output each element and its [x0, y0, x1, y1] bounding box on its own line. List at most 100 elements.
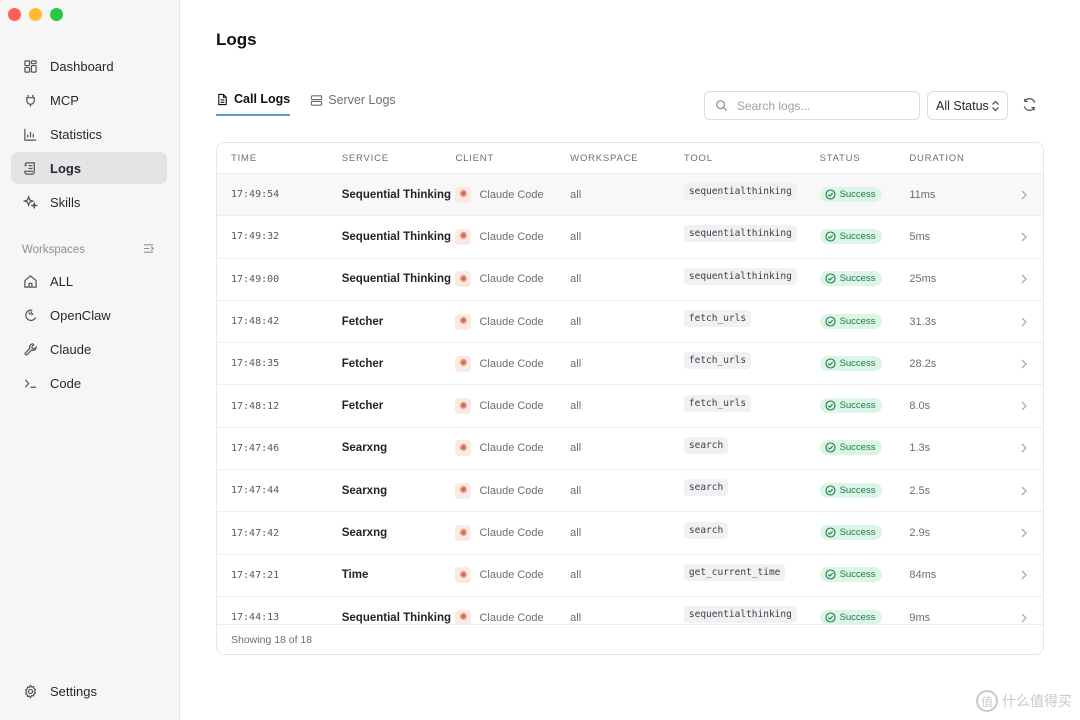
status-label: Success [839, 442, 876, 454]
status-label: Success [839, 569, 876, 581]
cell-workspace: all [570, 230, 582, 243]
table-header: TIME SERVICE CLIENT WORKSPACE TOOL STATU… [217, 143, 1043, 174]
search-input[interactable] [737, 98, 907, 113]
refresh-icon [1023, 98, 1036, 111]
sidebar-item-label: Skills [50, 194, 81, 210]
claude-logo-icon: ✺ [455, 228, 472, 245]
sidebar-item-settings[interactable]: Settings [11, 675, 167, 707]
claude-logo-icon: ✺ [455, 567, 472, 584]
sidebar-item-mcp[interactable]: MCP [11, 84, 167, 116]
sidebar-item-skills[interactable]: Skills [11, 186, 167, 218]
cell-tool: search [683, 521, 820, 542]
zoom-window-button[interactable] [50, 8, 63, 21]
close-window-button[interactable] [8, 8, 21, 21]
chevron-right-icon[interactable] [1004, 528, 1043, 538]
cell-duration: 25ms [909, 273, 937, 286]
table-row[interactable]: 17:47:46 Searxng ✺ Claude Code all search Succ… [217, 428, 1043, 471]
table-row[interactable]: 17:49:54 Sequential Thinking ✺ Claude Code a… [217, 174, 1043, 217]
workspace-item-claude[interactable]: Claude [11, 333, 167, 365]
cell-time: 17:47:21 [231, 569, 280, 581]
workspace-item-openclaw[interactable]: OpenClaw [11, 299, 167, 331]
chevron-right-icon[interactable] [1004, 232, 1043, 242]
client-label: Claude Code [479, 442, 544, 455]
cell-duration: 8.0s [909, 400, 931, 413]
chevron-right-icon[interactable] [1004, 274, 1043, 284]
tab-server-logs[interactable]: Server Logs [310, 92, 396, 116]
table-row[interactable]: 17:48:12 Fetcher ✺ Claude Code all fetch_urls… [217, 385, 1043, 428]
table-row[interactable]: 17:47:42 Searxng ✺ Claude Code all search Succ… [217, 512, 1043, 555]
cell-duration: 11ms [909, 188, 936, 201]
table-row[interactable]: 17:49:32 Sequential Thinking ✺ Claude Code a… [217, 216, 1043, 259]
table-row[interactable]: 17:48:35 Fetcher ✺ Claude Code all fetch_urls… [217, 343, 1043, 386]
sidebar-item-label: Dashboard [50, 58, 114, 74]
cell-service: Sequential Thinking [341, 188, 451, 201]
table-row[interactable]: 17:44:13 Sequential Thinking ✺ Claude Code a… [217, 597, 1043, 625]
cell-service: Fetcher [341, 315, 384, 328]
sidebar-item-dashboard[interactable]: Dashboard [11, 50, 167, 82]
chevron-right-icon[interactable] [1004, 570, 1043, 580]
client-label: Claude Code [479, 188, 544, 201]
check-circle-icon [825, 358, 836, 369]
cell-workspace: all [570, 357, 582, 370]
workspace-item-all[interactable]: ALL [11, 265, 167, 297]
cell-time: 17:47:44 [231, 485, 280, 497]
cell-client: ✺ Claude Code [455, 313, 570, 330]
cell-client: ✺ Claude Code [455, 186, 570, 203]
cell-client: ✺ Claude Code [455, 398, 570, 415]
chevron-right-icon[interactable] [1004, 613, 1043, 623]
cell-duration: 5ms [909, 230, 931, 243]
chevron-right-icon[interactable] [1004, 401, 1043, 411]
check-circle-icon [825, 315, 836, 327]
tab-label: Call Logs [234, 92, 291, 106]
chevron-right-icon[interactable] [1004, 359, 1043, 369]
cell-tool: search [683, 436, 820, 457]
table-row[interactable]: 17:47:21 Time ✺ Claude Code all get_current_t… [217, 555, 1043, 597]
tab-call-logs[interactable]: Call Logs [216, 92, 291, 116]
sidebar-item-logs[interactable]: Logs [11, 152, 167, 184]
table-row[interactable]: 17:49:00 Sequential Thinking ✺ Claude Code a… [217, 259, 1043, 301]
collapse-list-icon[interactable] [142, 242, 155, 258]
workspace-item-label: OpenClaw [50, 307, 111, 323]
chevron-right-icon[interactable] [1004, 317, 1043, 327]
table-row[interactable]: 17:48:42 Fetcher ✺ Claude Code all fetch_urls… [217, 301, 1043, 344]
check-circle-icon [825, 569, 836, 580]
claude-logo-icon: ✺ [455, 186, 472, 203]
cell-duration: 28.2s [909, 357, 937, 370]
chevron-right-icon[interactable] [1004, 190, 1043, 200]
sidebar-item-statistics[interactable]: Statistics [11, 118, 167, 150]
status-label: Success [839, 188, 876, 200]
cell-service: Searxng [341, 442, 388, 455]
status-label: Success [839, 484, 876, 496]
app-window: Dashboard MCP Statistics Logs Skills Wor… [0, 0, 1080, 720]
cell-tool: sequentialthinking [683, 225, 820, 245]
tool-chip: sequentialthinking [683, 225, 797, 243]
check-circle-icon [825, 485, 836, 496]
cell-status: Success [819, 355, 910, 372]
status-badge: Success [819, 228, 883, 244]
cell-service: Time [341, 569, 369, 582]
check-circle-icon [825, 400, 836, 411]
cell-status: Success [819, 609, 910, 625]
workspaces-label: Workspaces [22, 244, 86, 256]
check-circle-icon [825, 442, 836, 453]
status-filter-select[interactable]: All Status [927, 91, 1008, 120]
workspace-item-code[interactable]: Code [11, 367, 167, 399]
cell-workspace: all [570, 273, 582, 286]
table-body: 17:49:54 Sequential Thinking ✺ Claude Code a… [217, 174, 1043, 625]
status-label: Success [839, 611, 876, 623]
chevron-right-icon[interactable] [1004, 443, 1043, 453]
chevron-right-icon[interactable] [1004, 486, 1043, 496]
status-badge: Success [819, 609, 883, 625]
cell-tool: sequentialthinking [683, 183, 820, 203]
status-label: Success [839, 357, 876, 369]
minimize-window-button[interactable] [29, 8, 42, 21]
refresh-button[interactable] [1022, 97, 1038, 113]
cell-duration: 1.3s [909, 442, 931, 455]
wrench-icon [22, 341, 38, 357]
status-badge: Success [819, 525, 883, 541]
cell-time: 17:44:13 [231, 612, 280, 624]
cell-status: Success [819, 228, 910, 245]
status-badge: Success [819, 567, 883, 583]
table-row[interactable]: 17:47:44 Searxng ✺ Claude Code all search Succ… [217, 470, 1043, 513]
cell-status: Success [819, 567, 910, 583]
